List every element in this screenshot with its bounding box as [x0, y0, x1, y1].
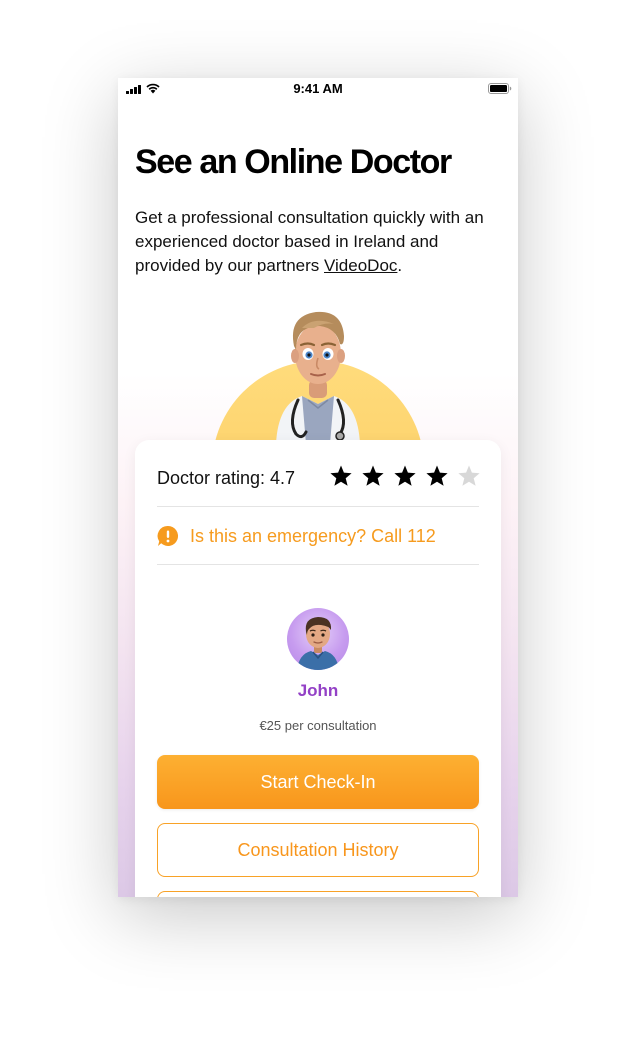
rating-row: Doctor rating: 4.7	[157, 458, 480, 496]
emergency-row[interactable]: Is this an emergency? Call 112	[157, 518, 479, 552]
doctor-avatar-illustration	[297, 617, 339, 670]
consultation-history-button[interactable]: Consultation History	[157, 823, 479, 877]
rating-stars	[329, 464, 480, 490]
star-filled-icon	[330, 465, 352, 486]
phone-screen: 9:41 AM See an Online Doctor Get a profe…	[118, 78, 518, 897]
intro-text: Get a professional consultation quickly …	[135, 208, 484, 275]
intro-end: .	[397, 256, 403, 275]
doctor-rating-label: Doctor rating: 4.7	[157, 468, 296, 488]
screen-canvas: 9:41 AM See an Online Doctor Get a profe…	[0, 0, 636, 1056]
alert-icon	[157, 525, 179, 546]
divider	[157, 564, 479, 565]
emergency-call-link[interactable]: Is this an emergency? Call 112	[190, 526, 436, 547]
star-filled-icon	[362, 465, 384, 486]
videodoc-link[interactable]: VideoDoc	[324, 256, 397, 275]
star-filled-icon	[394, 465, 416, 486]
start-check-in-button[interactable]: Start Check-In	[157, 755, 479, 809]
intro-paragraph: Get a professional consultation quickly …	[135, 206, 505, 278]
doctor-card: Doctor rating: 4.7 Is this an emergency?…	[135, 440, 501, 897]
star-filled-icon	[426, 465, 448, 486]
secondary-action-button[interactable]	[157, 891, 479, 897]
star-empty-icon	[458, 465, 480, 486]
doctor-avatar	[287, 608, 349, 670]
divider	[157, 506, 479, 507]
doctor-name: John	[297, 681, 339, 700]
battery-icon	[488, 83, 512, 94]
consultation-price: €25 per consultation	[259, 718, 377, 733]
doctor-illustration	[276, 311, 360, 444]
status-bar: 9:41 AM	[118, 78, 518, 100]
status-time: 9:41 AM	[293, 81, 343, 96]
page-title: See an Online Doctor	[135, 143, 452, 181]
